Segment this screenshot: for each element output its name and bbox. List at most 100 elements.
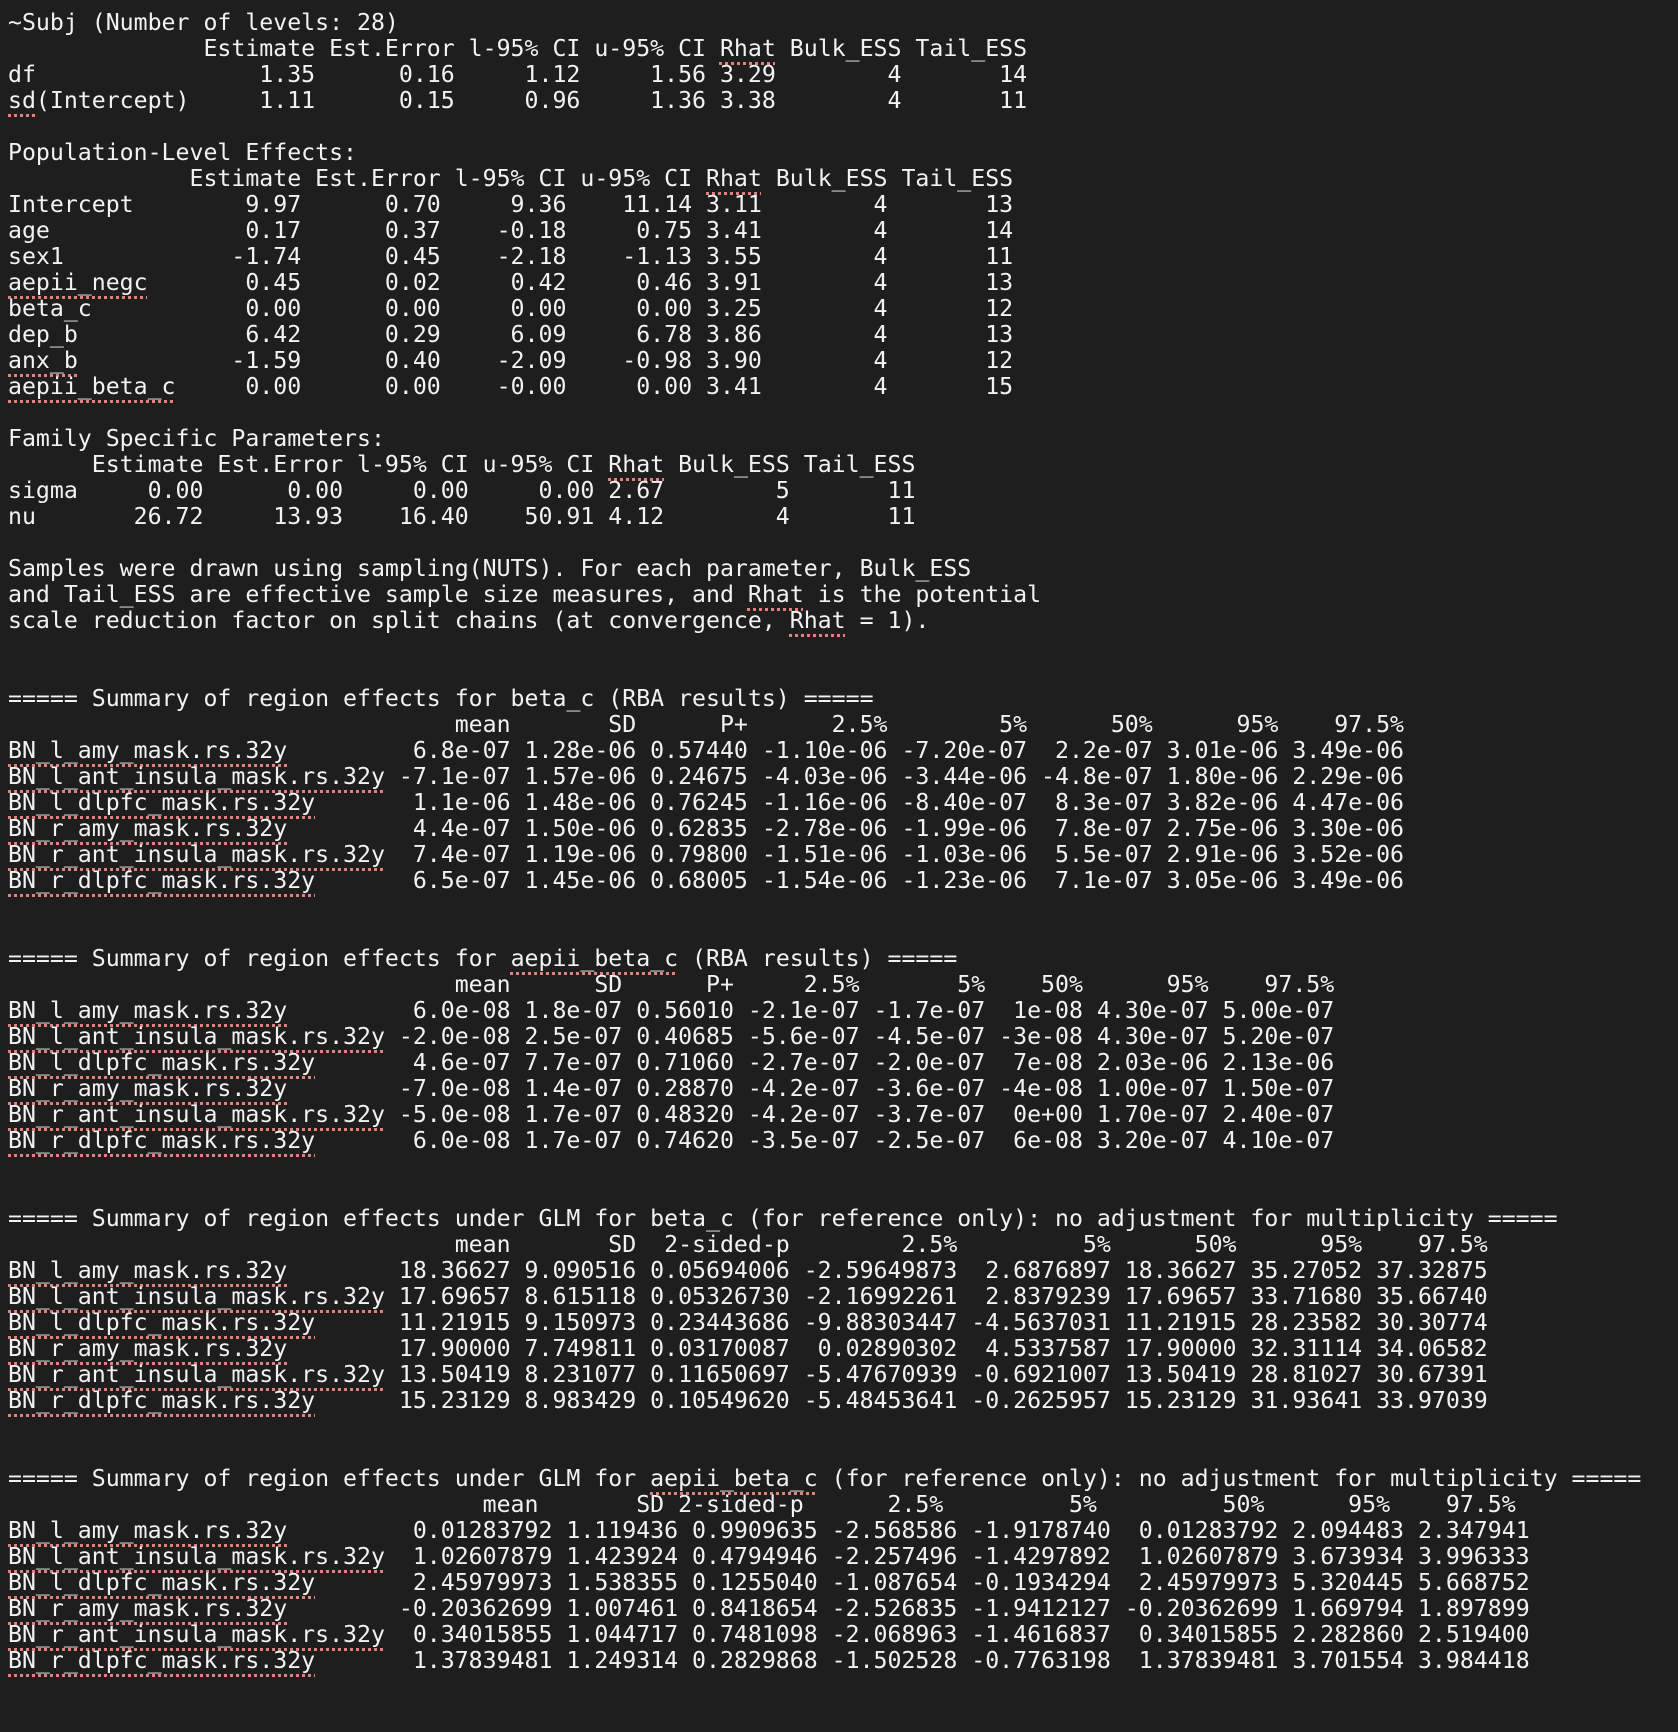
output-line: age 0.17 0.37 -0.18 0.75 3.41 4 14 [8, 217, 1014, 244]
spellcheck-flagged-word: BN_l_amy_mask.rs.32y [8, 1257, 288, 1284]
spellcheck-flagged-word: Rhat [789, 607, 846, 634]
output-line: ===== Summary of region effects for beta… [8, 685, 874, 712]
spellcheck-flagged-word: BN_l_ant_insula_mask.rs.32y [8, 1543, 385, 1570]
spellcheck-flagged-word: BN_r_ant_insula_mask.rs.32y [8, 1361, 385, 1388]
spellcheck-flagged-word: Rhat [719, 35, 776, 62]
output-line: aepii_negc 0.45 0.02 0.42 0.46 3.91 4 13 [8, 269, 1014, 296]
output-line: BN_r_ant_insula_mask.rs.32y 7.4e-07 1.19… [8, 841, 1405, 868]
spellcheck-flagged-word: BN_l_amy_mask.rs.32y [8, 1517, 288, 1544]
output-line: Samples were drawn using sampling(NUTS).… [8, 555, 972, 582]
output-line: BN_l_ant_insula_mask.rs.32y -2.0e-08 2.5… [8, 1023, 1335, 1050]
spellcheck-flagged-word: BN_r_dlpfc_mask.rs.32y [8, 1647, 316, 1674]
spellcheck-flagged-word: aepii_beta_c [8, 373, 176, 400]
output-line: BN_r_dlpfc_mask.rs.32y 6.5e-07 1.45e-06 … [8, 867, 1405, 894]
terminal-output[interactable]: ~Subj (Number of levels: 28) Estimate Es… [8, 10, 1641, 1674]
spellcheck-flagged-word: aepii_beta_c [510, 945, 679, 972]
output-line: Estimate Est.Error l-95% CI u-95% CI Rha… [8, 451, 916, 478]
output-line: BN_l_amy_mask.rs.32y 6.0e-08 1.8e-07 0.5… [8, 997, 1335, 1024]
output-line: sd(Intercept) 1.11 0.15 0.96 1.36 3.38 4… [8, 87, 1028, 114]
spellcheck-flagged-word: BN_r_ant_insula_mask.rs.32y [8, 1101, 385, 1128]
spellcheck-flagged-word: BN_r_dlpfc_mask.rs.32y [8, 1127, 316, 1154]
spellcheck-flagged-word: Rhat [747, 581, 804, 608]
output-line: BN_l_dlpfc_mask.rs.32y 2.45979973 1.5383… [8, 1569, 1530, 1596]
spellcheck-flagged-word: aepii_negc [8, 269, 148, 296]
spellcheck-flagged-word: BN_r_amy_mask.rs.32y [8, 1595, 288, 1622]
output-line: BN_l_ant_insula_mask.rs.32y -7.1e-07 1.5… [8, 763, 1405, 790]
output-line: mean SD 2-sided-p 2.5% 5% 50% 95% 97.5% [8, 1491, 1516, 1518]
spellcheck-flagged-word: BN_l_ant_insula_mask.rs.32y [8, 1023, 385, 1050]
spellcheck-flagged-word: BN_l_ant_insula_mask.rs.32y [8, 763, 385, 790]
spellcheck-flagged-word: BN_l_dlpfc_mask.rs.32y [8, 1049, 316, 1076]
spellcheck-flagged-word: BN_l_dlpfc_mask.rs.32y [8, 1309, 316, 1336]
output-line: BN_l_amy_mask.rs.32y 6.8e-07 1.28e-06 0.… [8, 737, 1405, 764]
output-line: BN_r_amy_mask.rs.32y -0.20362699 1.00746… [8, 1595, 1530, 1622]
output-line: ===== Summary of region effects under GL… [8, 1465, 1642, 1492]
spellcheck-flagged-word: BN_r_ant_insula_mask.rs.32y [8, 1621, 385, 1648]
output-line: ===== Summary of region effects under GL… [8, 1205, 1558, 1232]
output-line: BN_l_ant_insula_mask.rs.32y 1.02607879 1… [8, 1543, 1530, 1570]
output-line: Estimate Est.Error l-95% CI u-95% CI Rha… [8, 165, 1014, 192]
spellcheck-flagged-word: BN_l_amy_mask.rs.32y [8, 737, 288, 764]
spellcheck-flagged-word: BN_r_ant_insula_mask.rs.32y [8, 841, 385, 868]
output-line: BN_l_dlpfc_mask.rs.32y 1.1e-06 1.48e-06 … [8, 789, 1405, 816]
spellcheck-flagged-word: sd [8, 87, 36, 114]
output-line: ===== Summary of region effects for aepi… [8, 945, 958, 972]
output-line: BN_r_amy_mask.rs.32y 4.4e-07 1.50e-06 0.… [8, 815, 1405, 842]
output-line: scale reduction factor on split chains (… [8, 607, 930, 634]
output-line: df 1.35 0.16 1.12 1.56 3.29 4 14 [8, 61, 1028, 88]
output-line: BN_l_dlpfc_mask.rs.32y 4.6e-07 7.7e-07 0… [8, 1049, 1335, 1076]
output-line: Intercept 9.97 0.70 9.36 11.14 3.11 4 13 [8, 191, 1014, 218]
output-line: anx_b -1.59 0.40 -2.09 -0.98 3.90 4 12 [8, 347, 1014, 374]
output-line: mean SD P+ 2.5% 5% 50% 95% 97.5% [8, 971, 1335, 998]
spellcheck-flagged-word: anx_b [8, 347, 78, 374]
spellcheck-flagged-word: BN_r_dlpfc_mask.rs.32y [8, 867, 316, 894]
output-line: Population-Level Effects: [8, 139, 358, 166]
output-line: BN_r_dlpfc_mask.rs.32y 6.0e-08 1.7e-07 0… [8, 1127, 1335, 1154]
output-line: Estimate Est.Error l-95% CI u-95% CI Rha… [8, 35, 1028, 62]
output-line: dep_b 6.42 0.29 6.09 6.78 3.86 4 13 [8, 321, 1014, 348]
output-line: BN_r_ant_insula_mask.rs.32y -5.0e-08 1.7… [8, 1101, 1335, 1128]
spellcheck-flagged-word: BN_r_amy_mask.rs.32y [8, 1075, 288, 1102]
spellcheck-flagged-word: BN_l_dlpfc_mask.rs.32y [8, 1569, 316, 1596]
spellcheck-flagged-word: BN_r_dlpfc_mask.rs.32y [8, 1387, 316, 1414]
output-line: BN_l_amy_mask.rs.32y 0.01283792 1.119436… [8, 1517, 1530, 1544]
output-line: BN_r_amy_mask.rs.32y -7.0e-08 1.4e-07 0.… [8, 1075, 1335, 1102]
spellcheck-flagged-word: BN_r_amy_mask.rs.32y [8, 1335, 288, 1362]
spellcheck-flagged-word: aepii_beta_c [650, 1465, 818, 1492]
output-line: aepii_beta_c 0.00 0.00 -0.00 0.00 3.41 4… [8, 373, 1014, 400]
spellcheck-flagged-word: Rhat [706, 165, 762, 192]
output-line: ~Subj (Number of levels: 28) [8, 9, 399, 36]
spellcheck-flagged-word: BN_l_ant_insula_mask.rs.32y [8, 1283, 385, 1310]
output-line: beta_c 0.00 0.00 0.00 0.00 3.25 4 12 [8, 295, 1014, 322]
output-line: sex1 -1.74 0.45 -2.18 -1.13 3.55 4 11 [8, 243, 1014, 270]
output-line: BN_l_dlpfc_mask.rs.32y 11.21915 9.150973… [8, 1309, 1488, 1336]
output-line: BN_r_dlpfc_mask.rs.32y 1.37839481 1.2493… [8, 1647, 1530, 1674]
output-line: mean SD 2-sided-p 2.5% 5% 50% 95% 97.5% [8, 1231, 1488, 1258]
spellcheck-flagged-word: BN_l_amy_mask.rs.32y [8, 997, 288, 1024]
output-line: Family Specific Parameters: [8, 425, 385, 452]
output-line: nu 26.72 13.93 16.40 50.91 4.12 4 11 [8, 503, 916, 530]
output-line: and Tail_ESS are effective sample size m… [8, 581, 1042, 608]
output-line: BN_l_ant_insula_mask.rs.32y 17.69657 8.6… [8, 1283, 1488, 1310]
output-line: BN_r_ant_insula_mask.rs.32y 13.50419 8.2… [8, 1361, 1488, 1388]
spellcheck-flagged-word: Rhat [608, 451, 665, 478]
output-line: sigma 0.00 0.00 0.00 0.00 2.67 5 11 [8, 477, 916, 504]
output-line: BN_r_dlpfc_mask.rs.32y 15.23129 8.983429… [8, 1387, 1488, 1414]
output-line: mean SD P+ 2.5% 5% 50% 95% 97.5% [8, 711, 1405, 738]
output-line: BN_l_amy_mask.rs.32y 18.36627 9.090516 0… [8, 1257, 1488, 1284]
output-line: BN_r_amy_mask.rs.32y 17.90000 7.749811 0… [8, 1335, 1488, 1362]
output-line: BN_r_ant_insula_mask.rs.32y 0.34015855 1… [8, 1621, 1530, 1648]
spellcheck-flagged-word: BN_r_amy_mask.rs.32y [8, 815, 288, 842]
spellcheck-flagged-word: BN_l_dlpfc_mask.rs.32y [8, 789, 316, 816]
